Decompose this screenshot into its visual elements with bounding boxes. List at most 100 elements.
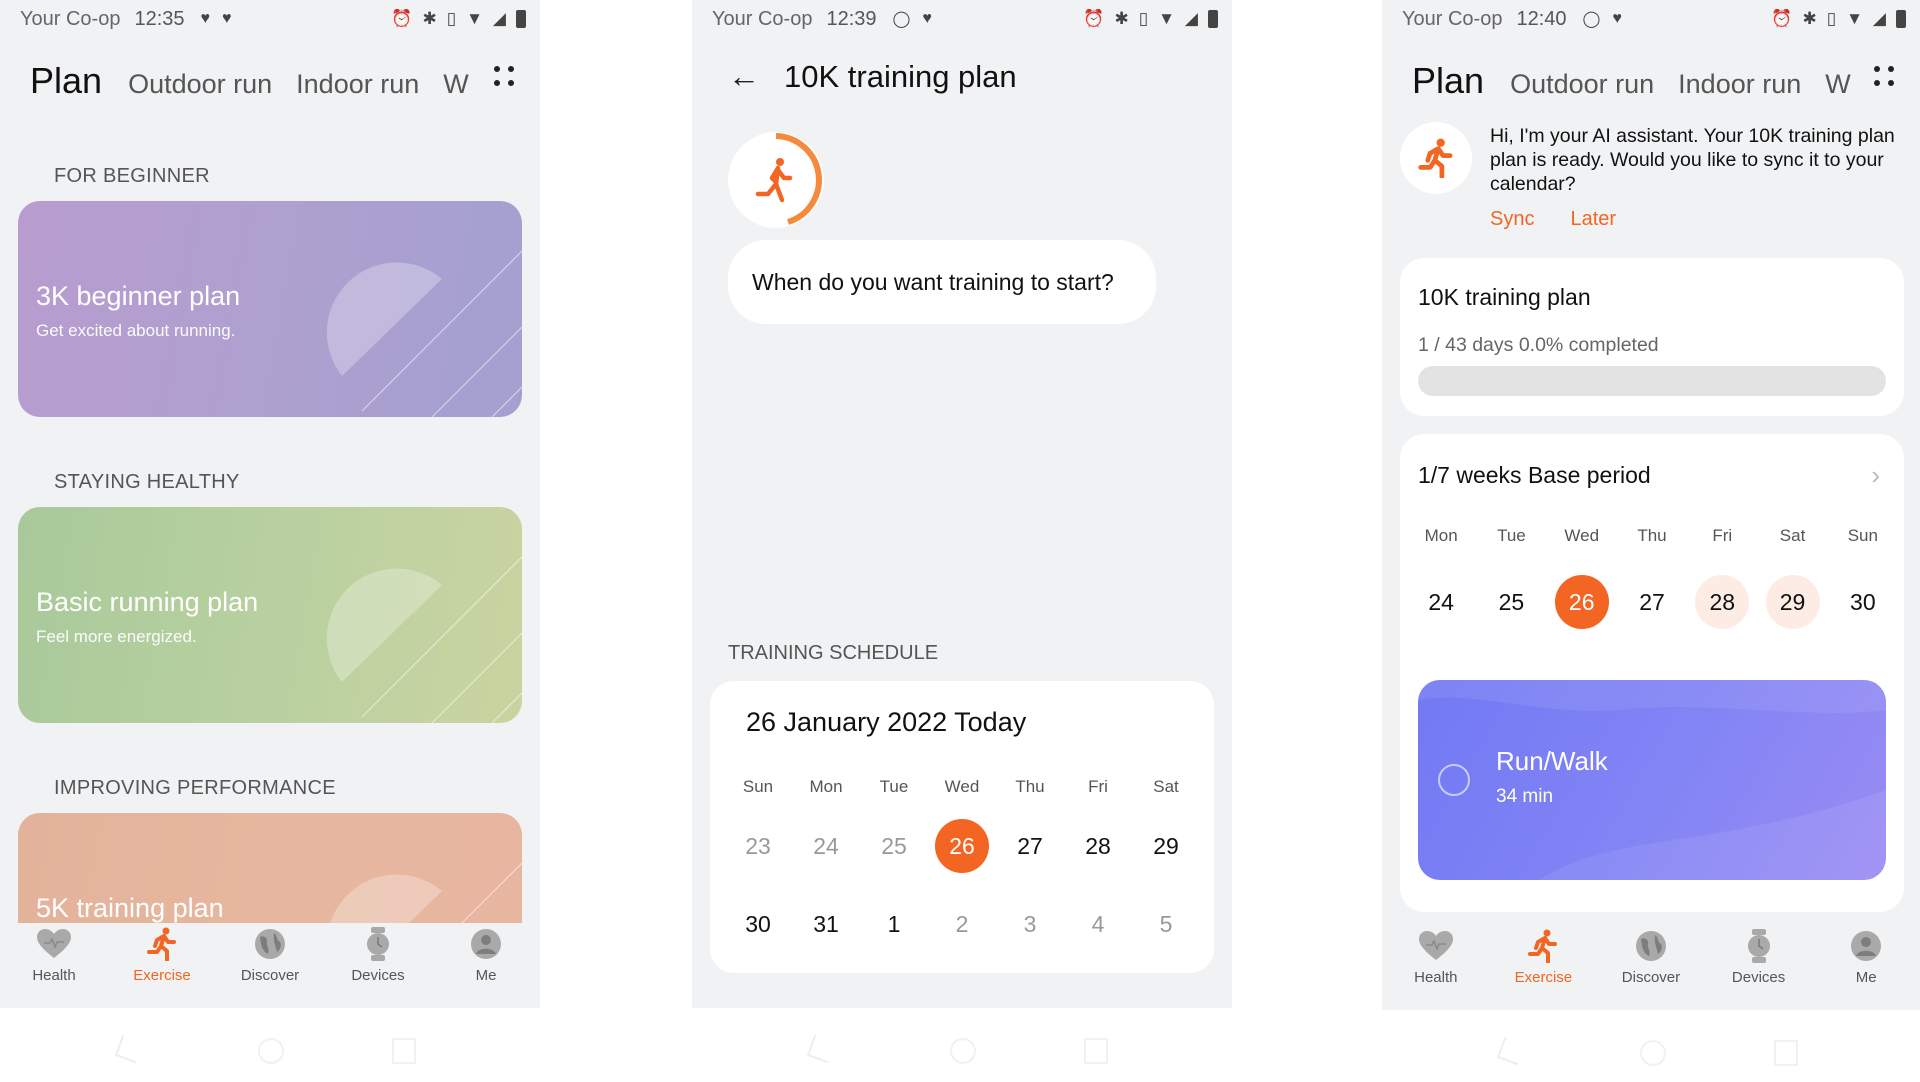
section-label: TRAINING SCHEDULE — [728, 642, 939, 664]
watch-icon — [1741, 929, 1777, 963]
nav-discover[interactable]: Discover — [225, 923, 315, 1008]
back-arrow-icon[interactable]: ← — [728, 58, 760, 95]
calendar-day[interactable]: 24 — [792, 807, 860, 885]
more-options-icon[interactable] — [1872, 64, 1896, 90]
calendar-day[interactable]: 3 — [996, 885, 1064, 963]
calendar-day[interactable]: 4 — [1064, 885, 1132, 963]
heart-icon — [1418, 929, 1454, 963]
tab-plan[interactable]: Plan — [1412, 60, 1484, 102]
runner-icon — [755, 133, 822, 225]
calendar-day[interactable]: 2 — [928, 885, 996, 963]
later-button[interactable]: Later — [1570, 208, 1616, 231]
tab-indoor-run[interactable]: Indoor run — [296, 69, 419, 100]
heart-icon — [36, 927, 72, 961]
bottom-nav: Health Exercise Discover Devices Me — [1382, 925, 1920, 1010]
nav-discover[interactable]: Discover — [1606, 925, 1696, 1010]
back-nav-icon[interactable] — [114, 1034, 144, 1064]
runner-icon — [1525, 929, 1561, 963]
weekday-label: Tue — [879, 777, 909, 796]
week-day[interactable]: 29 — [1757, 556, 1827, 648]
nav-exercise[interactable]: Exercise — [117, 923, 207, 1008]
tab-more-cut[interactable]: W — [443, 69, 468, 100]
tab-outdoor-run[interactable]: Outdoor run — [1510, 69, 1654, 100]
nav-health[interactable]: Health — [9, 923, 99, 1008]
nav-devices[interactable]: Devices — [333, 923, 423, 1008]
health-notification-icon: ♥ — [922, 10, 932, 27]
workout-card[interactable]: Run/Walk 34 min — [1418, 680, 1886, 880]
nav-health[interactable]: Health — [1391, 925, 1481, 1010]
day-number: 28 — [1085, 833, 1111, 859]
day-number: 29 — [1153, 833, 1179, 859]
section-label: IMPROVING PERFORMANCE — [54, 777, 336, 799]
calendar-day[interactable]: 29 — [1132, 807, 1200, 885]
system-nav-bar — [0, 1008, 540, 1080]
bluetooth-icon: ✱ — [1802, 9, 1817, 28]
nav-label: Me — [1855, 969, 1877, 986]
tab-outdoor-run[interactable]: Outdoor run — [128, 69, 272, 100]
nav-exercise[interactable]: Exercise — [1498, 925, 1588, 1010]
more-options-icon[interactable] — [492, 64, 516, 90]
whatsapp-notification-icon: ◯ — [1582, 11, 1601, 28]
calendar-day[interactable]: 1 — [860, 885, 928, 963]
plan-progress-card[interactable]: 10K training plan 1 / 43 days 0.0% compl… — [1400, 258, 1904, 416]
clock: 12:39 — [826, 7, 877, 30]
section-label: FOR BEGINNER — [54, 165, 210, 187]
weekday-label: Fri — [1712, 526, 1733, 545]
signal-icon: ◢ — [1872, 9, 1886, 28]
complete-radio[interactable] — [1438, 764, 1470, 796]
day-number: 28 — [1695, 575, 1750, 629]
home-nav-icon[interactable] — [950, 1038, 976, 1064]
recents-nav-icon[interactable] — [392, 1038, 416, 1064]
weekday-label: Sat — [1153, 777, 1179, 796]
tab-plan[interactable]: Plan — [30, 60, 102, 102]
week-day[interactable]: 26 — [1547, 556, 1617, 648]
recents-nav-icon[interactable] — [1774, 1040, 1798, 1066]
runner-icon — [1418, 138, 1453, 178]
vibrate-icon: ▯ — [1138, 9, 1149, 28]
calendar-day[interactable]: 25 — [860, 807, 928, 885]
wifi-icon: ▼ — [466, 9, 483, 28]
plan-card-basic[interactable]: Basic running plan Feel more energized. — [18, 507, 522, 723]
week-day[interactable]: 25 — [1476, 556, 1546, 648]
calendar-day[interactable]: 23 — [724, 807, 792, 885]
week-day[interactable]: 30 — [1828, 556, 1898, 648]
week-day[interactable]: 28 — [1687, 556, 1757, 648]
plan-title: 10K training plan — [1418, 284, 1591, 310]
calendar-day[interactable]: 5 — [1132, 885, 1200, 963]
signal-icon: ◢ — [1184, 9, 1198, 28]
alarm-icon: ⏰ — [391, 9, 413, 28]
health-notification-icon: ♥ — [222, 10, 232, 27]
plan-card-3k[interactable]: 3K beginner plan Get excited about runni… — [18, 201, 522, 417]
home-nav-icon[interactable] — [1640, 1040, 1666, 1066]
tab-indoor-run[interactable]: Indoor run — [1678, 69, 1801, 100]
plan-title: 5K training plan — [36, 893, 224, 923]
day-number: 27 — [1017, 833, 1043, 859]
battery-icon — [1896, 10, 1906, 28]
wifi-icon: ▼ — [1158, 9, 1175, 28]
nav-me[interactable]: Me — [1821, 925, 1911, 1010]
home-nav-icon[interactable] — [258, 1038, 284, 1064]
week-day[interactable]: 24 — [1406, 556, 1476, 648]
recents-nav-icon[interactable] — [1084, 1038, 1108, 1064]
calendar-day[interactable]: 26 — [928, 807, 996, 885]
back-nav-icon[interactable] — [806, 1034, 836, 1064]
calendar-day[interactable]: 27 — [996, 807, 1064, 885]
plan-subtitle: Get excited about running. — [36, 321, 236, 340]
sync-button[interactable]: Sync — [1490, 208, 1534, 231]
training-setup-screen: Your Co-op 12:39 ◯ ♥ ⏰ ✱ ▯ ▼ ◢ ← 10K tra… — [692, 0, 1232, 1008]
weekday-label: Tue — [1497, 526, 1526, 545]
calendar-card: 26 January 2022 Today Sun Mon Tue Wed Thu Fri… — [710, 681, 1214, 973]
back-nav-icon[interactable] — [1496, 1036, 1526, 1066]
nav-devices[interactable]: Devices — [1714, 925, 1804, 1010]
day-number: 1 — [887, 911, 901, 937]
calendar-day[interactable]: 30 — [724, 885, 792, 963]
nav-me[interactable]: Me — [441, 923, 531, 1008]
tab-more-cut[interactable]: W — [1825, 69, 1850, 100]
chevron-right-icon[interactable]: › — [1871, 460, 1880, 491]
week-day[interactable]: 27 — [1617, 556, 1687, 648]
calendar-day[interactable]: 31 — [792, 885, 860, 963]
calendar-day[interactable]: 28 — [1064, 807, 1132, 885]
status-bar: Your Co-op 12:40 ◯ ♥ ⏰ ✱ ▯ ▼ ◢ — [1402, 6, 1906, 32]
week-card: 1/7 weeks Base period › Mon Tue Wed Thu Fri S… — [1400, 434, 1904, 912]
status-bar: Your Co-op 12:39 ◯ ♥ ⏰ ✱ ▯ ▼ ◢ — [712, 6, 1218, 32]
